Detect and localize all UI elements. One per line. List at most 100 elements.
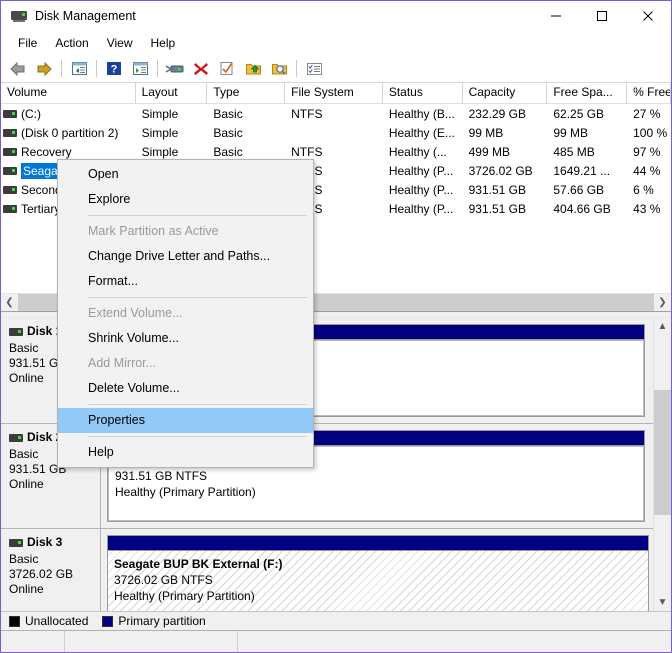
column-header-layout[interactable]: Layout — [136, 83, 208, 103]
scroll-up-icon[interactable]: ▲ — [654, 318, 671, 335]
disk-capacity: 3726.02 GB — [9, 567, 100, 582]
list-view-icon[interactable] — [302, 58, 326, 80]
table-row[interactable]: (C:) Simple Basic NTFS Healthy (B... 232… — [1, 104, 671, 123]
context-menu-item-open[interactable]: Open — [58, 162, 313, 187]
capacity-cell: 931.51 GB — [463, 183, 548, 197]
window-title: Disk Management — [35, 9, 533, 23]
percent-free-cell: 97 % — [627, 145, 671, 159]
percent-free-cell: 100 % — [627, 126, 671, 140]
disk-row[interactable]: Disk 3 Basic 3726.02 GB Online Seagate B… — [1, 529, 653, 611]
menu-help[interactable]: Help — [142, 34, 185, 52]
legend-swatch-unallocated — [9, 616, 20, 627]
type-cell: Basic — [207, 145, 285, 159]
capacity-cell: 931.51 GB — [463, 202, 548, 216]
volume-drive-icon — [3, 129, 17, 137]
menu-view[interactable]: View — [98, 34, 142, 52]
status-cell: Healthy (B... — [383, 107, 463, 121]
context-menu-item-shrink-volume[interactable]: Shrink Volume... — [58, 326, 313, 351]
volume-list-header: Volume Layout Type File System Status Ca… — [1, 83, 671, 104]
disk-status: Online — [9, 582, 100, 597]
disk-management-icon — [11, 8, 27, 24]
partition-block[interactable]: Seagate BUP BK External (F:) 3726.02 GB … — [107, 535, 649, 611]
table-row[interactable]: (Disk 0 partition 2) Simple Basic Health… — [1, 123, 671, 142]
column-header-capacity[interactable]: Capacity — [463, 83, 548, 103]
status-cell: Healthy (... — [383, 145, 463, 159]
up-one-level-icon[interactable] — [67, 58, 91, 80]
close-button[interactable] — [625, 1, 671, 31]
context-menu-item-extend-volume: Extend Volume... — [58, 301, 313, 326]
column-header-status[interactable]: Status — [383, 83, 463, 103]
context-menu-item-explore[interactable]: Explore — [58, 187, 313, 212]
help-icon[interactable]: ? — [102, 58, 126, 80]
status-cell: Healthy (P... — [383, 202, 463, 216]
scroll-right-icon[interactable]: ❯ — [654, 294, 671, 311]
status-cell-1 — [1, 631, 65, 652]
partition-size: 3726.02 GB NTFS — [114, 572, 642, 588]
check-icon[interactable] — [215, 58, 239, 80]
vscroll-thumb[interactable] — [654, 390, 671, 515]
partition-size: 931.51 GB NTFS — [115, 468, 637, 484]
delete-icon[interactable] — [189, 58, 213, 80]
menu-action[interactable]: Action — [46, 34, 97, 52]
disk-info[interactable]: Disk 3 Basic 3726.02 GB Online — [1, 529, 101, 611]
disk-drive-icon — [9, 539, 23, 547]
scroll-left-icon[interactable]: ❮ — [1, 294, 18, 311]
menu-file[interactable]: File — [9, 34, 46, 52]
volume-cell[interactable]: Recovery — [1, 145, 136, 159]
context-menu-item-change-drive-letter-and-paths[interactable]: Change Drive Letter and Paths... — [58, 244, 313, 269]
context-menu-item-format[interactable]: Format... — [58, 269, 313, 294]
column-header-free-space[interactable]: Free Spa... — [547, 83, 627, 103]
context-menu-separator — [88, 215, 307, 216]
legend-item-unallocated: Unallocated — [9, 614, 88, 628]
forward-icon[interactable] — [32, 58, 56, 80]
column-header-file-system[interactable]: File System — [285, 83, 383, 103]
volume-drive-icon — [3, 186, 17, 194]
disk-title: Disk 3 — [9, 535, 100, 550]
title-bar: Disk Management — [1, 1, 671, 31]
disk-type: Basic — [9, 552, 100, 567]
disk-status: Online — [9, 477, 100, 492]
status-bar — [1, 630, 671, 652]
scroll-down-icon[interactable]: ▼ — [654, 594, 671, 611]
disk-pane-vertical-scrollbar[interactable]: ▲ ▼ — [653, 318, 671, 611]
toolbar: ? — [1, 55, 671, 83]
partition-color-bar — [108, 536, 648, 551]
volume-cell[interactable]: (Disk 0 partition 2) — [1, 126, 136, 140]
status-cell-2 — [65, 631, 238, 652]
vscroll-track[interactable] — [654, 335, 671, 594]
partition-name: Seagate BUP BK External (F:) — [114, 556, 642, 572]
disk-partitions: Seagate BUP BK External (F:) 3726.02 GB … — [101, 529, 653, 611]
volume-name: Recovery — [21, 145, 72, 159]
percent-free-cell: 44 % — [627, 164, 671, 178]
layout-cell: Simple — [136, 145, 208, 159]
toolbar-separator — [157, 60, 158, 77]
legend-swatch-primary-partition — [102, 616, 113, 627]
show-hide-console-tree-icon[interactable] — [128, 58, 152, 80]
column-header-type[interactable]: Type — [207, 83, 285, 103]
volume-cell[interactable]: (C:) — [1, 107, 136, 121]
context-menu-item-help[interactable]: Help — [58, 440, 313, 465]
legend-item-primary-partition: Primary partition — [102, 614, 205, 628]
context-menu-separator — [88, 297, 307, 298]
toolbar-separator — [296, 60, 297, 77]
rescan-disks-icon[interactable] — [163, 58, 187, 80]
partition-health: Healthy (Primary Partition) — [115, 484, 637, 500]
free-space-cell: 57.66 GB — [547, 183, 627, 197]
capacity-cell: 99 MB — [463, 126, 548, 140]
context-menu-item-mark-partition-as-active: Mark Partition as Active — [58, 219, 313, 244]
export-list-icon[interactable] — [241, 58, 265, 80]
context-menu-separator — [88, 404, 307, 405]
partition-health: Healthy (Primary Partition) — [114, 588, 642, 604]
search-folder-icon[interactable] — [267, 58, 291, 80]
minimize-button[interactable] — [533, 1, 579, 31]
context-menu-item-properties[interactable]: Properties — [58, 408, 313, 433]
layout-cell: Simple — [136, 107, 208, 121]
back-icon[interactable] — [6, 58, 30, 80]
volume-name: (C:) — [21, 107, 41, 121]
context-menu-item-delete-volume[interactable]: Delete Volume... — [58, 376, 313, 401]
column-header-volume[interactable]: Volume — [1, 83, 136, 103]
legend-label-primary-partition: Primary partition — [118, 614, 205, 628]
maximize-button[interactable] — [579, 1, 625, 31]
status-cell: Healthy (E... — [383, 126, 463, 140]
column-header-percent-free[interactable]: % Free — [627, 83, 671, 103]
